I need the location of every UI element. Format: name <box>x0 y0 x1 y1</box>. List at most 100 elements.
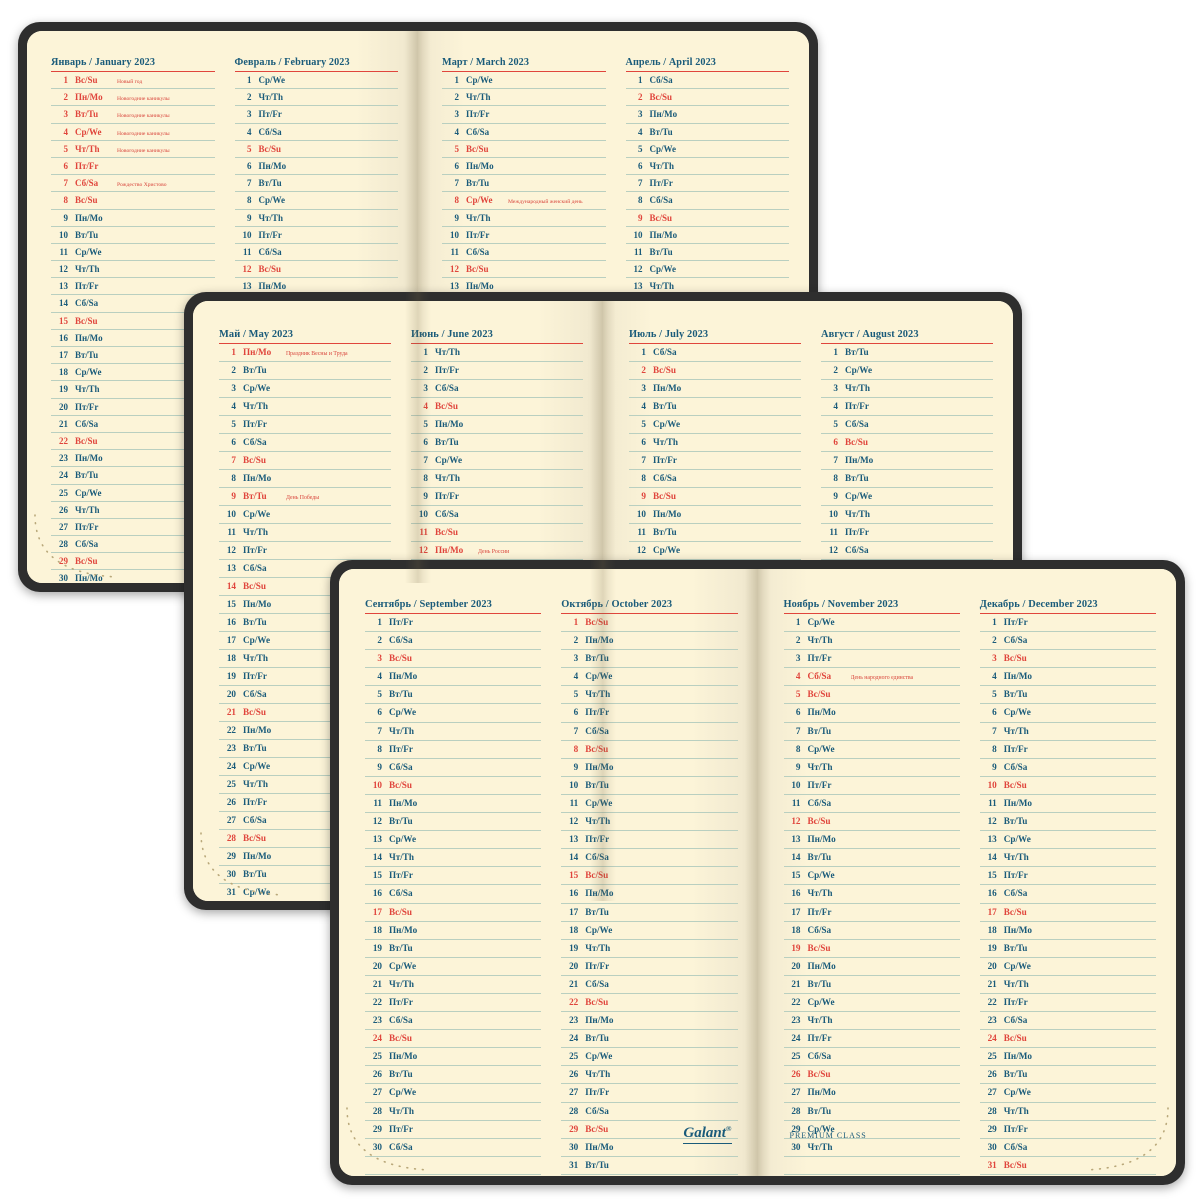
day-row[interactable]: 2 Вс/Su <box>625 89 789 107</box>
day-row[interactable]: 2 Ср/We <box>821 362 993 380</box>
day-row[interactable]: 4 Пн/Mo <box>365 668 542 687</box>
day-row[interactable]: 1 Ср/We <box>783 614 960 633</box>
day-row[interactable]: 5 Вт/Tu <box>979 686 1156 705</box>
day-row[interactable]: 2 Пн/Mo Новогодние каникулы <box>51 89 215 107</box>
day-row[interactable]: 10 Пн/Mo <box>629 506 801 524</box>
day-row[interactable]: 10 Сб/Sa <box>411 506 583 524</box>
day-row[interactable]: 21 Вт/Tu <box>783 976 960 994</box>
day-row[interactable]: 25 Пн/Mo <box>365 1048 542 1067</box>
day-row[interactable]: 18 Пн/Mo <box>365 922 542 940</box>
day-row[interactable]: 7 Пт/Fr <box>629 452 801 470</box>
day-row[interactable]: 5 Чт/Th Новогодние каникулы <box>51 141 215 158</box>
day-row[interactable]: 22 Ср/We <box>783 994 960 1013</box>
day-row[interactable]: 22 Пт/Fr <box>365 994 542 1013</box>
day-row[interactable]: 21 Сб/Sa <box>561 976 738 994</box>
day-row[interactable]: 3 Ср/We <box>219 380 391 398</box>
day-row[interactable]: 30 Сб/Sa <box>365 1139 542 1157</box>
day-row[interactable]: 7 Пн/Mo <box>821 452 993 470</box>
day-row[interactable]: 3 Вт/Tu <box>561 650 738 669</box>
day-row[interactable]: 5 Пн/Mo <box>411 416 583 434</box>
day-row[interactable]: 1 Вт/Tu <box>821 344 993 362</box>
day-row[interactable]: 9 Чт/Th <box>234 210 398 227</box>
day-row[interactable]: 22 Вс/Su <box>561 994 738 1013</box>
day-row[interactable]: 11 Сб/Sa <box>783 795 960 814</box>
day-row[interactable]: 7 Вс/Su <box>219 452 391 470</box>
day-row[interactable]: 14 Вт/Tu <box>783 849 960 868</box>
day-row[interactable]: 20 Пт/Fr <box>561 958 738 976</box>
day-row[interactable]: 9 Пн/Mo <box>561 759 738 777</box>
day-row[interactable]: 25 Сб/Sa <box>783 1048 960 1067</box>
day-row[interactable]: 2 Чт/Th <box>783 632 960 651</box>
day-row[interactable]: 10 Пн/Mo <box>625 227 789 244</box>
day-row[interactable]: 14 Сб/Sa <box>561 849 738 868</box>
day-row[interactable]: 26 Чт/Th <box>561 1066 738 1085</box>
day-row[interactable]: 7 Сб/Sa Рождество Христово <box>51 175 215 193</box>
day-row[interactable]: 8 Вт/Tu <box>821 470 993 488</box>
day-row[interactable]: 10 Чт/Th <box>821 506 993 524</box>
day-row[interactable]: 1 Сб/Sa <box>629 344 801 362</box>
day-row[interactable]: 9 Пт/Fr <box>411 488 583 506</box>
day-row[interactable]: 3 Сб/Sa <box>411 380 583 398</box>
day-row[interactable]: 2 Чт/Th <box>234 89 398 107</box>
day-row[interactable]: 17 Вс/Su <box>979 904 1156 922</box>
day-row[interactable]: 1 Пт/Fr <box>979 614 1156 633</box>
day-row[interactable]: 8 Сб/Sa <box>629 470 801 488</box>
day-row[interactable]: 5 Вс/Su <box>234 141 398 158</box>
day-row[interactable]: 15 Ср/We <box>783 867 960 886</box>
day-row[interactable]: 3 Пн/Mo <box>625 106 789 124</box>
day-row[interactable]: 15 Вс/Su <box>561 867 738 886</box>
day-row[interactable]: 8 Пт/Fr <box>979 741 1156 759</box>
day-row[interactable]: 3 Вс/Su <box>365 650 542 669</box>
day-row[interactable]: 7 Вт/Tu <box>783 723 960 741</box>
day-row[interactable]: 10 Ср/We <box>219 506 391 524</box>
day-row[interactable]: 12 Ср/We <box>629 542 801 560</box>
day-row[interactable]: 26 Вт/Tu <box>979 1066 1156 1085</box>
day-row[interactable]: 13 Ср/We <box>979 831 1156 850</box>
day-row[interactable]: 4 Сб/Sa <box>234 124 398 141</box>
day-row[interactable]: 21 Чт/Th <box>365 976 542 994</box>
day-row[interactable]: 5 Вт/Tu <box>365 686 542 705</box>
day-row[interactable]: 5 Пт/Fr <box>219 416 391 434</box>
day-row[interactable]: 11 Пн/Mo <box>365 795 542 814</box>
day-row[interactable]: 12 Вс/Su <box>442 261 606 279</box>
day-row[interactable]: 1 Чт/Th <box>411 344 583 362</box>
day-row[interactable]: 27 Ср/We <box>365 1084 542 1103</box>
day-row[interactable]: 17 Вс/Su <box>365 904 542 922</box>
day-row[interactable]: 11 Сб/Sa <box>234 244 398 262</box>
day-row[interactable]: 27 Пн/Mo <box>783 1084 960 1103</box>
day-row[interactable]: 14 Чт/Th <box>979 849 1156 868</box>
day-row[interactable]: 13 Пн/Mo <box>783 831 960 850</box>
day-row[interactable]: 5 Ср/We <box>625 141 789 158</box>
day-row[interactable]: 2 Пн/Mo <box>561 632 738 651</box>
day-row[interactable]: 4 Пн/Mo <box>979 668 1156 687</box>
day-row[interactable]: 8 Пт/Fr <box>365 741 542 759</box>
day-row[interactable]: 13 Пт/Fr <box>561 831 738 850</box>
day-row[interactable]: 8 Ср/We <box>234 192 398 210</box>
day-row[interactable]: 2 Сб/Sa <box>979 632 1156 651</box>
day-row[interactable]: 9 Вс/Su <box>625 210 789 227</box>
day-row[interactable]: 9 Ср/We <box>821 488 993 506</box>
day-row[interactable]: 26 Вт/Tu <box>365 1066 542 1085</box>
day-row[interactable]: 10 Вт/Tu <box>51 227 215 244</box>
day-row[interactable]: 6 Ср/We <box>979 704 1156 723</box>
day-row[interactable]: 18 Пн/Mo <box>979 922 1156 940</box>
day-row[interactable]: 2 Чт/Th <box>442 89 606 107</box>
day-row[interactable]: 29 Пт/Fr <box>979 1121 1156 1139</box>
day-row[interactable]: 21 Чт/Th <box>979 976 1156 994</box>
day-row[interactable]: 3 Пн/Mo <box>629 380 801 398</box>
day-row[interactable]: 10 Вт/Tu <box>561 777 738 795</box>
day-row[interactable]: 23 Сб/Sa <box>365 1012 542 1031</box>
day-row[interactable]: 7 Сб/Sa <box>561 723 738 741</box>
day-row[interactable]: 31 Вс/Su <box>979 1157 1156 1175</box>
day-row[interactable]: 4 Чт/Th <box>219 398 391 416</box>
day-row[interactable]: 12 Чт/Th <box>561 813 738 832</box>
day-row[interactable]: 5 Вс/Su <box>442 141 606 158</box>
day-row[interactable]: 5 Чт/Th <box>561 686 738 705</box>
day-row[interactable]: 6 Пн/Mo <box>442 158 606 176</box>
day-row[interactable]: 11 Ср/We <box>561 795 738 814</box>
day-row[interactable]: 29 Пт/Fr <box>365 1121 542 1139</box>
day-row[interactable]: 28 Вт/Tu <box>783 1103 960 1121</box>
day-row[interactable]: 8 Пн/Mo <box>219 470 391 488</box>
day-row[interactable]: 16 Сб/Sa <box>979 885 1156 904</box>
day-row[interactable]: 8 Ср/We <box>783 741 960 759</box>
